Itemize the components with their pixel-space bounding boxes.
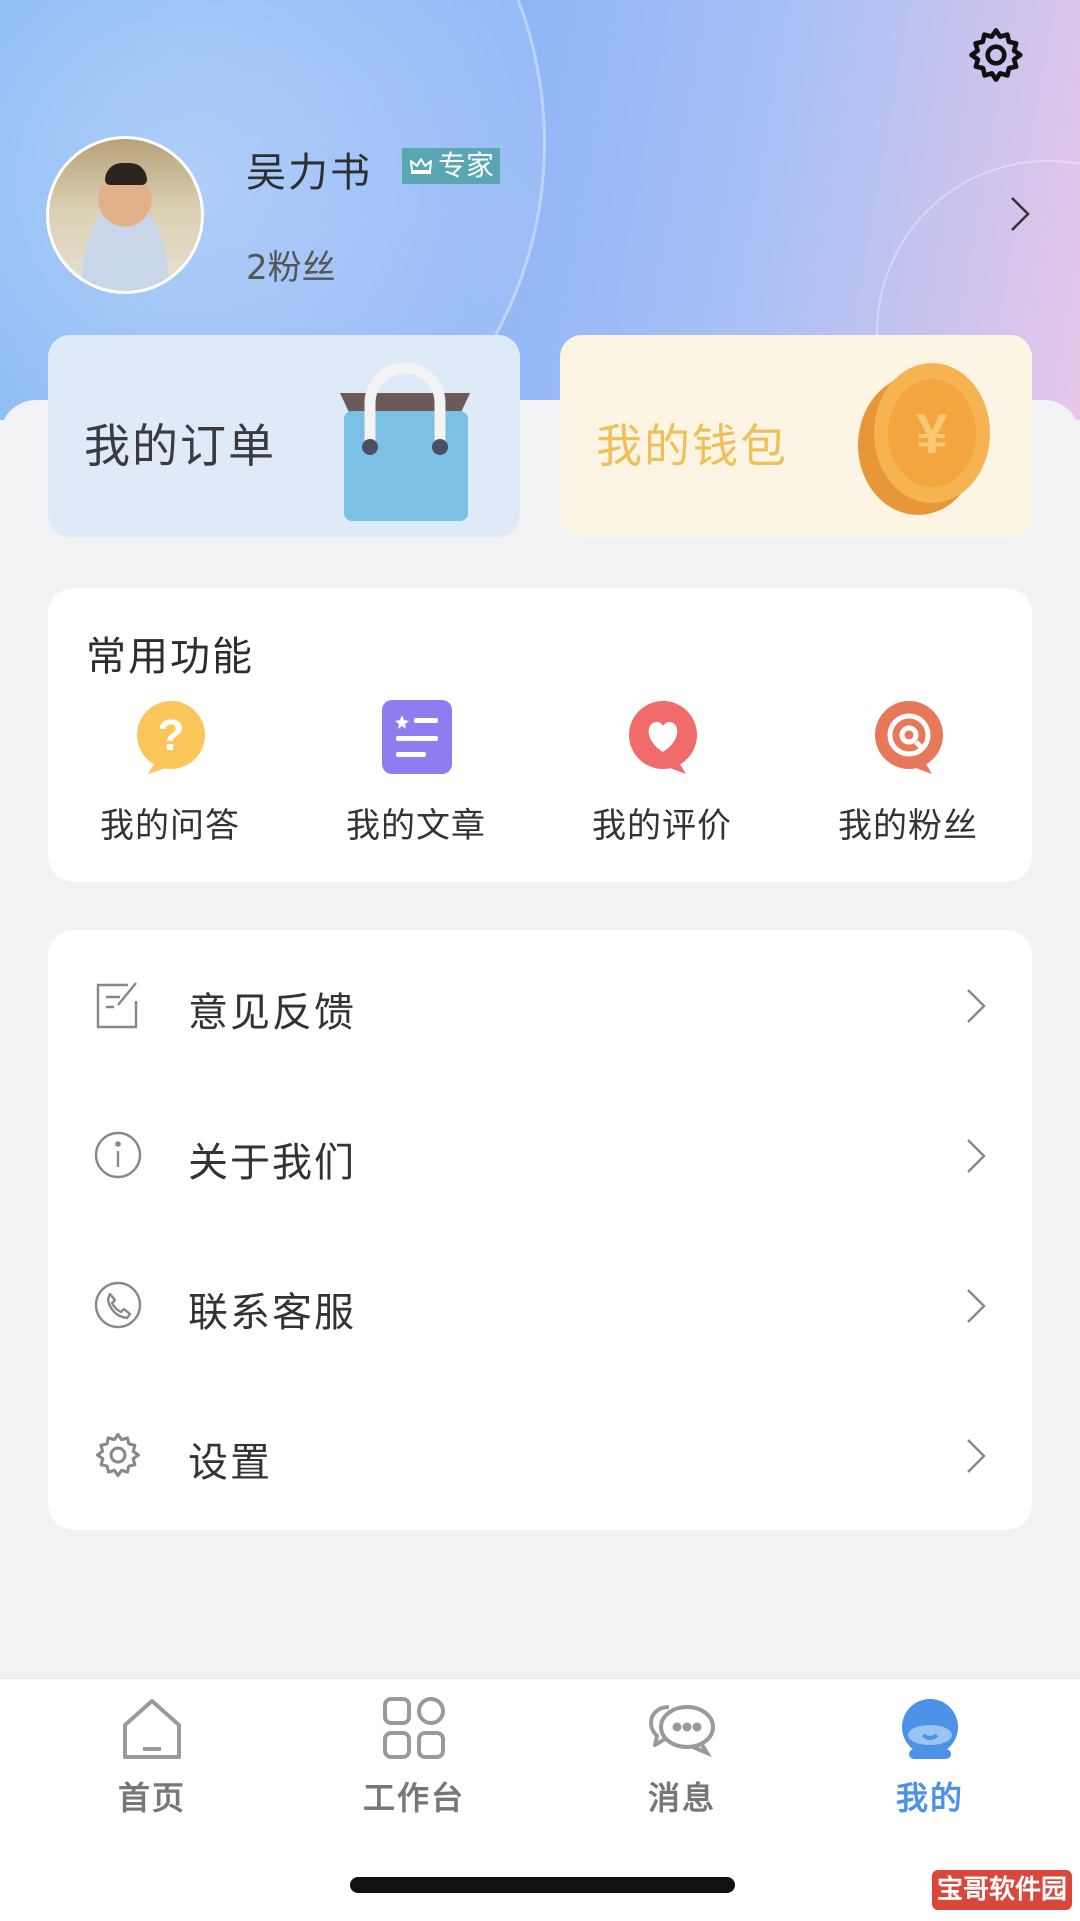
info-icon <box>94 1131 142 1179</box>
grid-icon <box>383 1697 445 1759</box>
menu-item-customer-service[interactable]: 联系客服 <box>48 1230 1032 1380</box>
article-icon <box>382 700 452 774</box>
bottom-tab-bar: 首页 工作台 消息 我的 <box>0 1678 1080 1921</box>
menu-item-settings[interactable]: 设置 <box>48 1380 1032 1530</box>
svg-text:¥: ¥ <box>916 402 947 465</box>
heart-bubble-icon <box>629 701 697 774</box>
profile-icon <box>902 1699 958 1759</box>
chevron-right-icon <box>967 1439 986 1473</box>
chevron-right-icon <box>967 1289 986 1323</box>
my-orders-label: 我的订单 <box>84 419 276 473</box>
tab-messages[interactable]: 消息 <box>582 1693 782 1817</box>
func-my-reviews[interactable]: 我的评价 <box>562 698 762 858</box>
avatar[interactable] <box>46 136 204 294</box>
func-my-articles[interactable]: 我的文章 <box>316 698 516 858</box>
func-label: 我的粉丝 <box>838 806 978 846</box>
func-label: 我的评价 <box>592 806 732 846</box>
tab-label: 消息 <box>647 1779 716 1817</box>
avatar-hair <box>105 163 147 185</box>
svg-text:?: ? <box>158 711 185 760</box>
target-bubble-icon <box>875 701 943 774</box>
tab-home[interactable]: 首页 <box>52 1693 252 1817</box>
my-orders-card[interactable]: 我的订单 <box>48 335 520 537</box>
menu-item-feedback[interactable]: 意见反馈 <box>48 930 1032 1080</box>
crown-icon <box>410 158 432 174</box>
func-label: 我的文章 <box>346 806 486 846</box>
tab-label: 我的 <box>895 1779 964 1817</box>
common-functions-panel: 常用功能 ? 我的问答 我的文章 我的评价 我的粉丝 <box>48 588 1032 882</box>
watermark: 宝哥软件园 <box>932 1870 1072 1910</box>
tab-label: 工作台 <box>362 1779 465 1817</box>
chevron-right-icon <box>967 1139 986 1173</box>
fans-count[interactable]: 2粉丝 <box>246 240 336 289</box>
settings-menu-panel: 意见反馈 关于我们 联系客服 设置 <box>48 930 1032 1530</box>
coin-icon: ¥ <box>858 363 990 515</box>
user-name: 吴力书 <box>246 150 372 196</box>
tab-mine[interactable]: 我的 <box>830 1693 1030 1817</box>
func-my-fans[interactable]: 我的粉丝 <box>808 698 1008 858</box>
question-bubble-icon: ? <box>137 701 205 774</box>
expert-badge: 专家 <box>402 148 501 184</box>
chevron-right-icon[interactable] <box>1006 192 1034 236</box>
menu-label: 联系客服 <box>188 1290 356 1336</box>
gear-icon <box>95 1432 140 1478</box>
shopping-bag-icon <box>340 363 470 521</box>
phone-icon <box>94 1281 142 1329</box>
feedback-icon <box>96 982 138 1029</box>
chevron-right-icon <box>967 989 986 1023</box>
my-wallet-card[interactable]: 我的钱包 ¥ <box>560 335 1032 537</box>
menu-item-about[interactable]: 关于我们 <box>48 1080 1032 1230</box>
my-wallet-label: 我的钱包 <box>596 419 788 473</box>
menu-label: 意见反馈 <box>188 990 356 1036</box>
tab-label: 首页 <box>117 1779 186 1817</box>
home-icon <box>123 1699 181 1759</box>
message-icon <box>649 1705 715 1758</box>
func-label: 我的问答 <box>100 806 240 846</box>
badge-label: 专家 <box>438 149 495 182</box>
menu-label: 关于我们 <box>188 1140 356 1186</box>
section-title: 常用功能 <box>86 634 254 680</box>
menu-label: 设置 <box>188 1440 272 1486</box>
home-indicator[interactable] <box>350 1877 735 1893</box>
gear-icon[interactable] <box>965 24 1027 86</box>
tab-workbench[interactable]: 工作台 <box>314 1693 514 1817</box>
func-my-qa[interactable]: ? 我的问答 <box>70 698 270 858</box>
